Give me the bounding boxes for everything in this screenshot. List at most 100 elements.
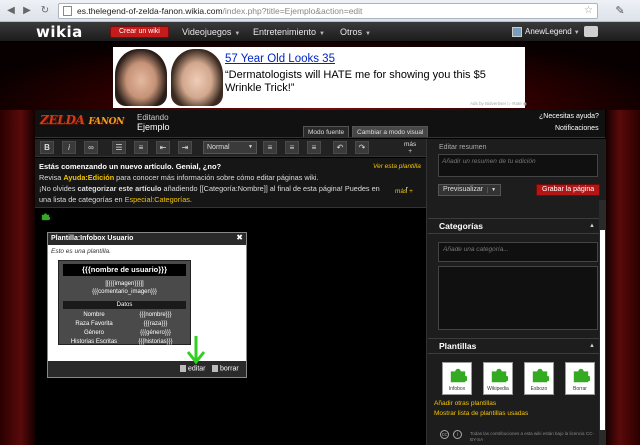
categories-link[interactable]: Especial:Categorías [125,195,190,204]
tab-source-mode[interactable]: Modo fuente [303,126,350,137]
wikia-logo[interactable]: wikia [36,23,83,41]
template-label: Esbozo [530,386,548,392]
undo-icon[interactable]: ↶ [333,141,347,154]
url-domain: es.thelegend-of-zelda-fanon.wikia.com [77,6,223,16]
template-label: Borrar [573,386,587,392]
trash-icon [212,365,218,372]
delete-template-button[interactable]: borrar [212,365,239,372]
advertisement[interactable]: 57 Year Old Looks 35 “Dermatologists wil… [113,47,525,108]
forward-icon[interactable]: ▶ [20,4,34,18]
help-editing-link[interactable]: Ayuda:Edición [63,173,114,182]
infobox-template-block[interactable]: Plantilla:Infobox Usuario ✖ Esto es una … [47,232,247,378]
align-center-icon[interactable]: ≡ [285,141,299,154]
redo-icon[interactable]: ↷ [355,141,369,154]
bullet-list-icon[interactable]: ☰ [112,141,126,154]
nav-label: Videojuegos [182,27,232,37]
collapse-icon: ▲ [589,343,595,349]
notice-title: Estás comenzando un nuevo artículo. Geni… [39,162,222,171]
template-infobox-button[interactable]: Infobox [442,362,472,395]
bookmark-star-icon[interactable]: ☆ [584,4,593,18]
notice-line: una lista de categorías en Especial:Cate… [39,195,192,204]
create-wiki-button[interactable]: Crear un wiki [110,26,169,38]
outdent-icon[interactable]: ⇤ [156,141,170,154]
url-path: /index.php?title=Ejemplo&action=edit [222,6,363,16]
preview-button[interactable]: Previsualizar ▼ [438,184,502,196]
chevron-down-icon: ▼ [573,30,580,36]
by-icon: i [453,430,462,439]
scrollbar-thumb[interactable] [600,230,605,430]
templates-title: Plantillas [439,341,477,351]
summary-input[interactable]: Añadir un resumen de tu edición [438,154,598,177]
address-bar[interactable]: es.thelegend-of-zelda-fanon.wikia.com/in… [58,3,598,19]
format-value: Normal [207,144,230,151]
notice-line: Revisa Ayuda:Edición para conocer más in… [39,173,319,182]
more-label: más [404,141,417,148]
nav-otros[interactable]: Otros ▼ [340,27,371,37]
wiki-logo[interactable]: ZELDA FANON [40,113,124,127]
arrow-down-icon [186,336,206,365]
license-text[interactable]: Todas las contribuciones a esta wiki est… [470,431,598,443]
numbered-list-icon[interactable]: ≡ [134,141,148,154]
preview-row: Historias Escritas {{{historias}}} [63,338,186,346]
close-icon[interactable]: ✖ [236,233,243,242]
chevron-down-icon: ▼ [319,31,325,37]
preview-row: Género {{{género}}} [63,329,186,337]
edit-icon [180,365,186,372]
puzzle-icon [41,213,50,221]
category-input[interactable]: Añade una categoría... [438,242,598,262]
format-select[interactable]: Normal ▼ [203,141,257,154]
tab-visual-mode[interactable]: Cambiar a modo visual [352,126,429,137]
row-key: Género [83,330,104,336]
notice-more-button[interactable]: más + [395,188,413,195]
preview-row: Raza Favorita {{{raza}}} [63,320,186,328]
categories-header[interactable]: Categorías ▲ [428,218,599,234]
puzzle-icon [573,368,590,383]
chevron-down-icon: ▼ [365,31,371,37]
wrench-icon[interactable]: ✎ [612,4,628,18]
nav-videojuegos[interactable]: Videojuegos ▼ [182,27,240,37]
add-templates-link[interactable]: Añadir otras plantillas [434,400,496,407]
notifications-link[interactable]: Notificaciones [555,125,599,132]
username: AnewLegend [525,27,572,36]
bold-button[interactable]: B [40,141,54,154]
wikia-global-bar: wikia Crear un wiki Videojuegos ▼ Entrete… [0,22,640,42]
edit-template-button[interactable]: editar [180,365,206,372]
editing-label: Editando [137,113,169,122]
page-title: Ejemplo [137,122,170,132]
back-icon[interactable]: ◀ [4,4,18,18]
template-esbozo-button[interactable]: Esbozo [524,362,554,395]
user-menu[interactable]: AnewLegend ▼ [512,25,580,39]
collapse-icon: ▲ [589,223,595,229]
chevron-down-icon[interactable]: ▼ [487,187,497,193]
italic-button[interactable]: i [62,141,76,154]
help-link[interactable]: ¿Necesitas ayuda? [539,113,599,120]
view-template-link[interactable]: Ver esta plantilla [373,163,421,170]
align-left-icon[interactable]: ≡ [263,141,277,154]
template-borrar-button[interactable]: Borrar [565,362,595,395]
notice-line: ¡No olvides categorizar este artículo añ… [39,184,408,193]
row-key: Nombre [83,312,105,318]
row-value: {{{historias}}} [138,339,173,345]
preview-row: Nombre {{{nombre}}} [63,311,186,319]
category-list [438,266,598,330]
ad-photo [171,49,223,106]
logo-sub: FANON [88,117,125,127]
ad-headline-link[interactable]: 57 Year Old Looks 35 [225,53,335,65]
show-templates-link[interactable]: Mostrar lista de plantillas usadas [434,410,528,417]
nav-entretenimiento[interactable]: Entretenimiento ▼ [253,27,325,37]
browser-toolbar: ◀ ▶ ↻ es.thelegend-of-zelda-fanon.wikia.… [0,0,640,22]
notice-text: para conocer más información sobre cómo … [114,173,319,182]
align-right-icon[interactable]: ≡ [307,141,321,154]
edit-label: editar [188,365,206,373]
ad-choices[interactable]: Ads by Bidvertiser ▷ Rate ◉ [470,101,527,107]
delete-label: borrar [220,365,239,373]
template-wikipedia-button[interactable]: Wikipedia [483,362,513,395]
link-icon[interactable]: ∞ [84,141,98,154]
notifications-icon[interactable] [584,26,598,37]
reload-icon[interactable]: ↻ [38,4,52,18]
toolbar-more-button[interactable]: más + [404,141,416,155]
templates-header[interactable]: Plantillas ▲ [428,338,599,354]
save-button[interactable]: Grabar la página [536,184,601,196]
chevron-down-icon: ▼ [234,31,241,37]
indent-icon[interactable]: ⇥ [178,141,192,154]
